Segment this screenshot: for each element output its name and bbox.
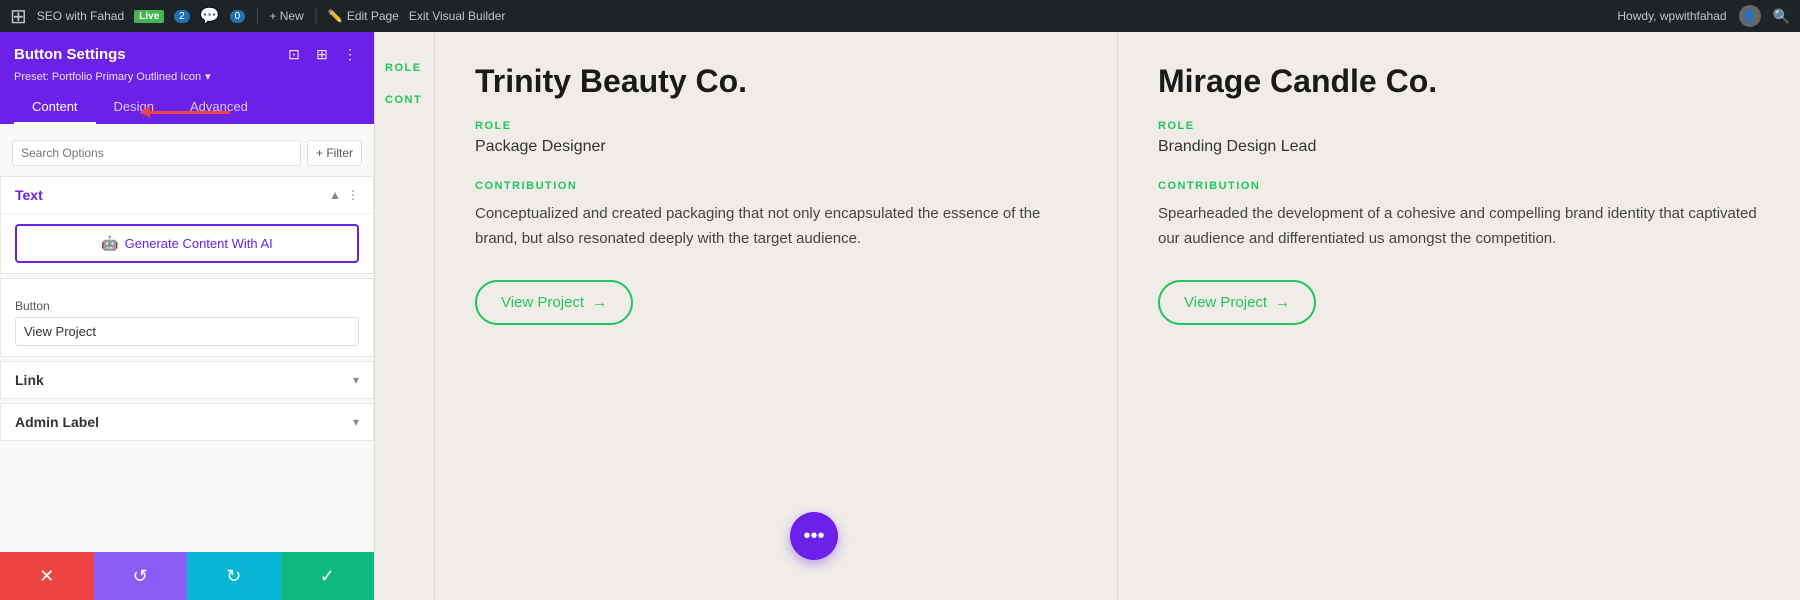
- button-section-body: Button: [1, 279, 373, 356]
- admin-bar: ⊞ SEO with Fahad Live 2 💬 0 | + New | ✏️…: [0, 0, 1800, 32]
- live-badge: Live: [134, 10, 164, 23]
- revision-count[interactable]: 2: [174, 10, 190, 23]
- undo-button[interactable]: ↺: [94, 552, 188, 600]
- text-section-title: Text: [15, 187, 43, 203]
- delete-button[interactable]: ✕: [0, 552, 94, 600]
- role-value-mirage: Branding Design Lead: [1158, 138, 1770, 156]
- panel-body: + Filter Text ▲ ⋮ 🤖 Generate Content Wit…: [0, 124, 374, 552]
- link-chevron-icon[interactable]: ▾: [353, 373, 359, 387]
- tab-content[interactable]: Content: [14, 91, 96, 124]
- contribution-label-trinity: CONTRIBUTION: [475, 180, 1087, 192]
- view-project-button-mirage[interactable]: View Project →: [1158, 280, 1316, 325]
- new-button[interactable]: + New: [269, 9, 303, 23]
- admin-label-section-title: Admin Label: [15, 414, 99, 430]
- partial-card: ROLE CONT: [375, 32, 435, 600]
- preset-dropdown-icon[interactable]: ▾: [205, 70, 211, 83]
- text-section-body: 🤖 Generate Content With AI: [1, 214, 373, 273]
- comment-count[interactable]: 0: [230, 10, 246, 23]
- view-project-arrow-trinity: →: [592, 294, 607, 311]
- view-project-arrow-mirage: →: [1275, 294, 1290, 311]
- company-name-trinity: Trinity Beauty Co.: [475, 62, 1087, 100]
- save-button[interactable]: ✓: [281, 552, 375, 600]
- role-value-trinity: Package Designer: [475, 138, 1087, 156]
- admin-label-chevron-icon[interactable]: ▾: [353, 415, 359, 429]
- button-text-input[interactable]: [15, 317, 359, 346]
- card-mirage: Mirage Candle Co. ROLE Branding Design L…: [1118, 32, 1800, 600]
- admin-label-section: Admin Label ▾: [0, 403, 374, 441]
- content-area: ROLE CONT Trinity Beauty Co. ROLE Packag…: [375, 32, 1800, 600]
- generate-ai-button[interactable]: 🤖 Generate Content With AI: [15, 224, 359, 263]
- admin-label-section-header[interactable]: Admin Label ▾: [1, 404, 373, 440]
- card-trinity: Trinity Beauty Co. ROLE Package Designer…: [435, 32, 1118, 600]
- filter-button[interactable]: + Filter: [307, 140, 362, 166]
- redo-button[interactable]: ↻: [187, 552, 281, 600]
- contribution-text-mirage: Spearheaded the development of a cohesiv…: [1158, 202, 1770, 252]
- view-project-label-trinity: View Project: [501, 294, 584, 311]
- company-name-mirage: Mirage Candle Co.: [1158, 62, 1770, 100]
- panel-preset[interactable]: Preset: Portfolio Primary Outlined Icon …: [14, 70, 360, 83]
- contribution-label-mirage: CONTRIBUTION: [1158, 180, 1770, 192]
- panel-header: Button Settings ⊡ ⊞ ⋮ Preset: Portfolio …: [0, 32, 374, 91]
- text-section-header[interactable]: Text ▲ ⋮: [1, 177, 373, 214]
- button-settings-panel: Button Settings ⊡ ⊞ ⋮ Preset: Portfolio …: [0, 32, 375, 600]
- link-section-header[interactable]: Link ▾: [1, 362, 373, 398]
- separator: |: [255, 7, 259, 25]
- panel-icon-resize[interactable]: ⊡: [284, 44, 304, 64]
- edit-page-button[interactable]: ✏️ Edit Page: [328, 9, 399, 23]
- ai-icon: 🤖: [101, 235, 118, 252]
- preset-text: Preset: Portfolio Primary Outlined Icon: [14, 71, 201, 83]
- search-bar: + Filter: [12, 140, 362, 166]
- text-section-menu-icon[interactable]: ⋮: [347, 188, 359, 202]
- howdy-text: Howdy, wpwithfahad: [1617, 9, 1726, 23]
- tab-design[interactable]: Design: [96, 91, 172, 124]
- separator2: |: [314, 7, 318, 25]
- view-project-button-trinity[interactable]: View Project →: [475, 280, 633, 325]
- panel-footer: ✕ ↺ ↻ ✓: [0, 552, 374, 600]
- floating-menu-button[interactable]: •••: [790, 512, 838, 560]
- tab-advanced[interactable]: Advanced: [172, 91, 266, 124]
- search-options-input[interactable]: [12, 140, 301, 166]
- ai-button-label: Generate Content With AI: [125, 236, 273, 251]
- exit-visual-builder-button[interactable]: Exit Visual Builder: [409, 9, 506, 23]
- panel-tabs: Content Design Advanced: [0, 91, 374, 124]
- contribution-text-trinity: Conceptualized and created packaging tha…: [475, 202, 1087, 252]
- button-field-label: Button: [15, 299, 359, 313]
- panel-icon-more[interactable]: ⋮: [340, 44, 360, 64]
- link-section-title: Link: [15, 372, 44, 388]
- avatar[interactable]: 👤: [1739, 5, 1761, 27]
- wp-logo-icon[interactable]: ⊞: [10, 4, 27, 29]
- view-project-label-mirage: View Project: [1184, 294, 1267, 311]
- search-icon[interactable]: 🔍: [1773, 8, 1790, 25]
- main-area: Button Settings ⊡ ⊞ ⋮ Preset: Portfolio …: [0, 32, 1800, 600]
- panel-title: Button Settings: [14, 46, 126, 63]
- site-name[interactable]: SEO with Fahad: [37, 9, 124, 23]
- text-section-collapse-icon[interactable]: ▲: [329, 188, 341, 202]
- comment-icon[interactable]: 💬: [200, 6, 220, 26]
- link-section: Link ▾: [0, 361, 374, 399]
- role-label-trinity: ROLE: [475, 120, 1087, 132]
- text-section: Text ▲ ⋮ 🤖 Generate Content With AI: [0, 176, 374, 274]
- role-label-mirage: ROLE: [1158, 120, 1770, 132]
- button-section: Button: [0, 278, 374, 357]
- panel-icon-grid[interactable]: ⊞: [312, 44, 332, 64]
